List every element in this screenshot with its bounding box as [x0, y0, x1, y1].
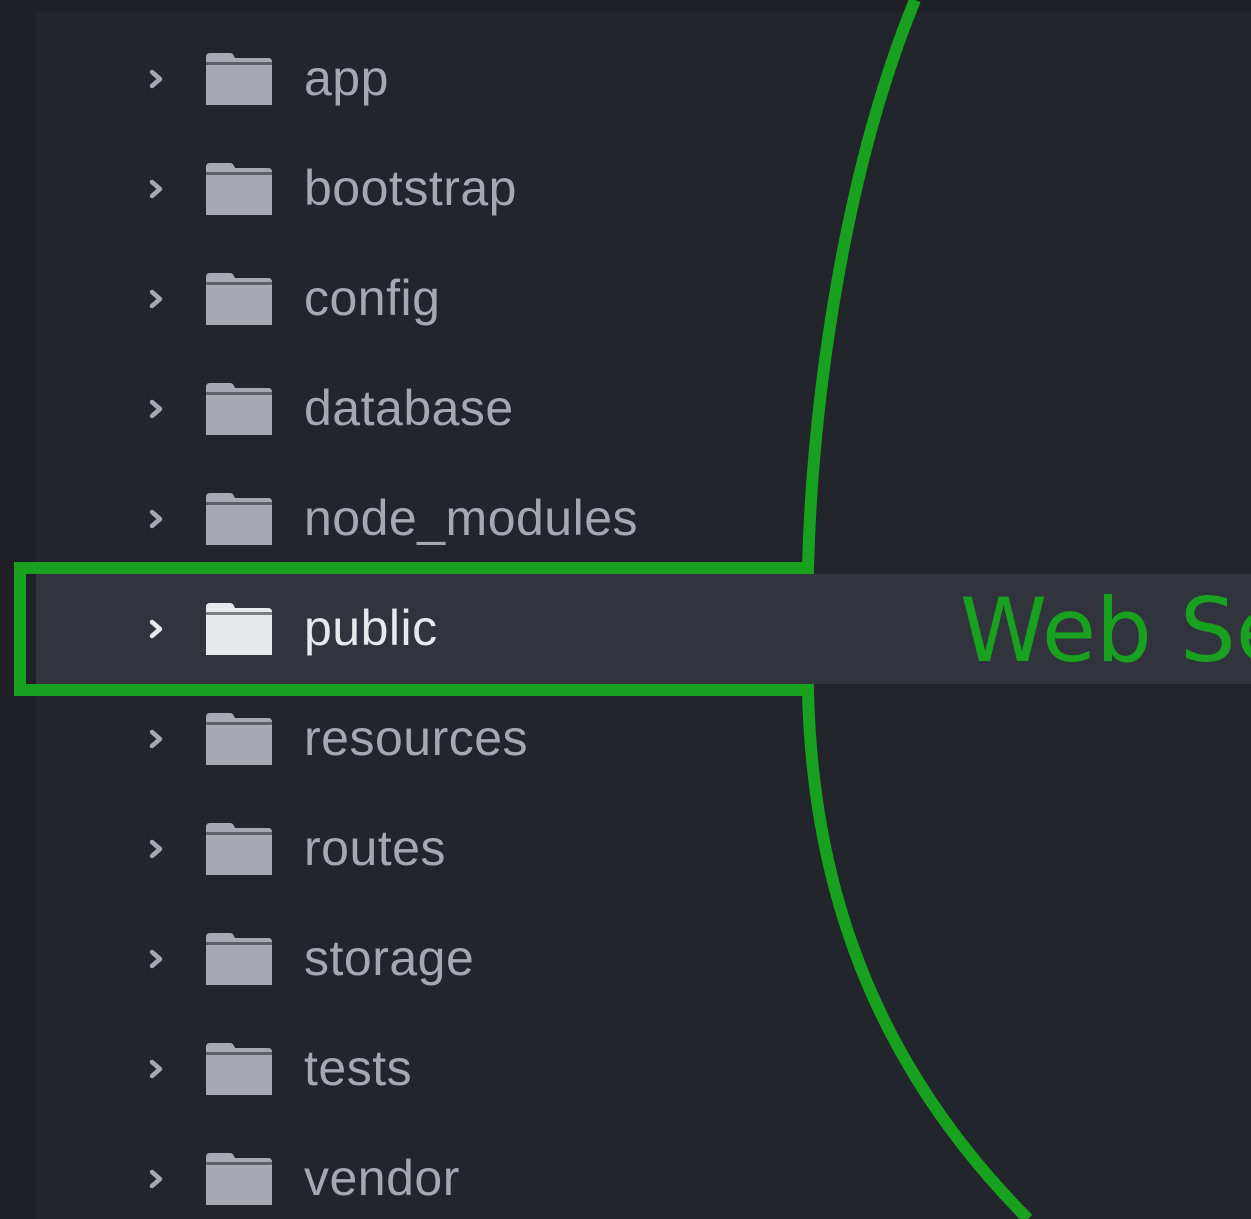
chevron-right-icon[interactable] — [145, 288, 167, 310]
chevron-right-icon[interactable] — [145, 1058, 167, 1080]
chevron-right-icon[interactable] — [145, 618, 167, 640]
tree-item-label: public — [304, 599, 438, 656]
folder-icon — [206, 933, 272, 985]
chevron-right-icon[interactable] — [145, 398, 167, 420]
folder-icon — [206, 273, 272, 325]
chevron-right-icon[interactable] — [145, 178, 167, 200]
tree-item-routes[interactable]: routes — [36, 794, 1251, 904]
tree-item-node-modules[interactable]: node_modules — [36, 464, 1251, 574]
tree-item-label: vendor — [304, 1149, 460, 1206]
folder-icon — [206, 1043, 272, 1095]
folder-icon — [206, 383, 272, 435]
folder-icon — [206, 823, 272, 875]
tree-item-label: config — [304, 269, 441, 326]
window-top-edge — [0, 0, 1251, 12]
tree-item-label: tests — [304, 1039, 413, 1096]
tree-item-label: bootstrap — [304, 159, 517, 216]
tree-item-label: app — [304, 49, 389, 106]
chevron-right-icon[interactable] — [145, 948, 167, 970]
chevron-right-icon[interactable] — [145, 1168, 167, 1190]
tree-item-resources[interactable]: resources — [36, 684, 1251, 794]
screen: app bootstrap config database node_modulespu… — [0, 0, 1251, 1219]
tree-item-vendor[interactable]: vendor — [36, 1124, 1251, 1219]
tree-item-label: routes — [304, 819, 446, 876]
tree-item-label: resources — [304, 709, 529, 766]
tree-item-storage[interactable]: storage — [36, 904, 1251, 1014]
folder-icon — [206, 493, 272, 545]
tree-item-tests[interactable]: tests — [36, 1014, 1251, 1124]
folder-icon — [206, 53, 272, 105]
tree-item-app[interactable]: app — [36, 24, 1251, 134]
chevron-right-icon[interactable] — [145, 728, 167, 750]
tree-item-config[interactable]: config — [36, 244, 1251, 354]
tree-item-label: storage — [304, 929, 475, 986]
folder-icon — [206, 1153, 272, 1205]
folder-icon — [206, 163, 272, 215]
tree-item-database[interactable]: database — [36, 354, 1251, 464]
annotation-label: Web Se — [960, 579, 1251, 682]
chevron-right-icon[interactable] — [145, 838, 167, 860]
tree-item-bootstrap[interactable]: bootstrap — [36, 134, 1251, 244]
window-left-edge — [0, 0, 36, 1219]
chevron-right-icon[interactable] — [145, 68, 167, 90]
chevron-right-icon[interactable] — [145, 508, 167, 530]
folder-icon — [206, 713, 272, 765]
tree-item-label: database — [304, 379, 514, 436]
folder-icon — [206, 603, 272, 655]
tree-item-label: node_modules — [304, 489, 639, 546]
